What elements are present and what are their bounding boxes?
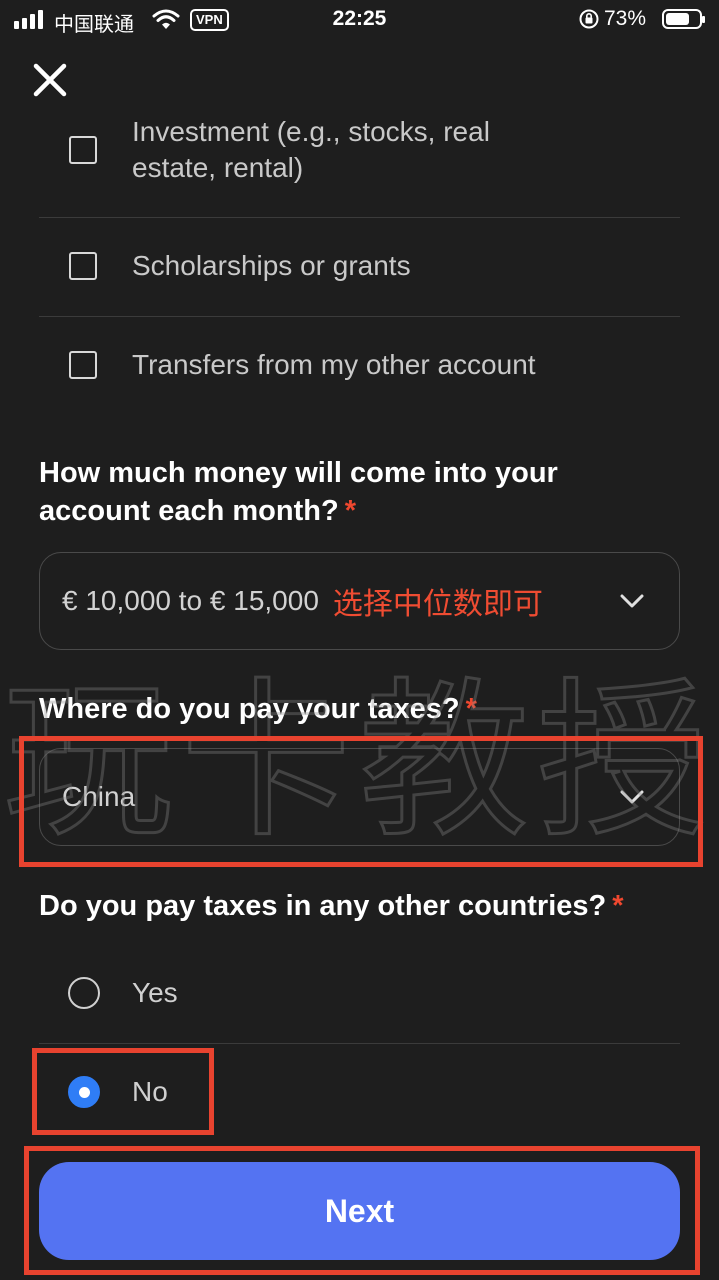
- status-bar: 中国联通 VPN 22:25 73%: [0, 0, 719, 40]
- battery-icon: [662, 9, 705, 29]
- battery-level: [666, 13, 690, 25]
- select-value: € 10,000 to € 15,000: [62, 585, 319, 616]
- checkbox-label: Transfers from my other account: [132, 349, 536, 380]
- radio-label: Yes: [132, 977, 178, 1008]
- chevron-down-icon: [620, 790, 644, 804]
- tax-country-select[interactable]: China: [39, 748, 680, 846]
- radio-label: No: [132, 1076, 168, 1107]
- tax-country-question: Where do you pay your taxes? *: [39, 690, 699, 728]
- checkbox-row-transfers[interactable]: Transfers from my other account: [39, 345, 680, 385]
- monthly-income-question: How much money will come into your accou…: [39, 454, 639, 530]
- chevron-down-icon: [620, 594, 644, 608]
- question-text: Where do you pay your taxes?: [39, 693, 460, 725]
- annotation-note: 选择中位数即可: [332, 588, 543, 621]
- close-icon: [33, 63, 67, 97]
- divider: [39, 217, 680, 218]
- required-marker: *: [465, 693, 477, 725]
- checkbox-row-scholarships[interactable]: Scholarships or grants: [39, 246, 680, 286]
- next-button[interactable]: Next: [39, 1162, 680, 1260]
- other-taxes-question: Do you pay taxes in any other countries?…: [39, 887, 699, 925]
- radio-button[interactable]: [68, 977, 100, 1009]
- divider: [39, 1043, 680, 1044]
- required-marker: *: [612, 890, 624, 922]
- divider: [39, 316, 680, 317]
- orientation-lock-icon: [578, 8, 600, 36]
- close-button[interactable]: [30, 60, 70, 100]
- checkbox-label: Scholarships or grants: [132, 250, 411, 281]
- required-marker: *: [344, 495, 356, 527]
- checkbox[interactable]: [69, 351, 97, 379]
- checkbox-row-investment[interactable]: Investment (e.g., stocks, real estate, r…: [39, 112, 680, 188]
- checkbox[interactable]: [69, 136, 97, 164]
- question-text: Do you pay taxes in any other countries?: [39, 890, 607, 922]
- question-text: How much money will come into your accou…: [39, 457, 558, 527]
- radio-button-selected[interactable]: [68, 1076, 100, 1108]
- radio-option-no[interactable]: No: [39, 1072, 680, 1112]
- battery-percentage: 73%: [604, 7, 647, 30]
- checkbox[interactable]: [69, 252, 97, 280]
- monthly-income-select[interactable]: € 10,000 to € 15,000 选择中位数即可: [39, 552, 680, 650]
- checkbox-label: Investment (e.g., stocks, real estate, r…: [132, 116, 490, 183]
- select-value: China: [62, 781, 136, 812]
- radio-option-yes[interactable]: Yes: [39, 973, 680, 1013]
